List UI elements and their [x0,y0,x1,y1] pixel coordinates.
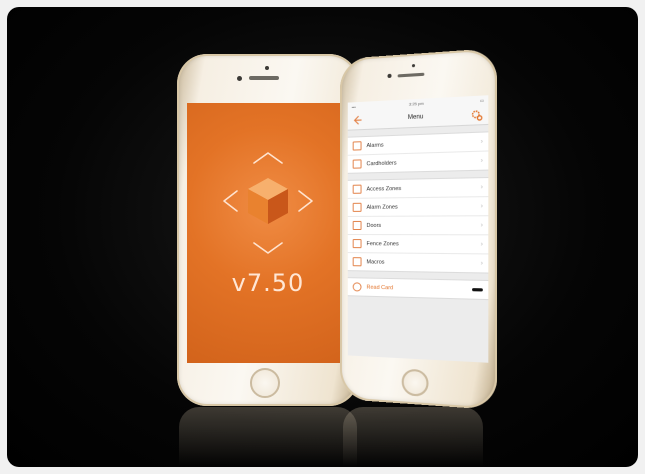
menu-item-label: Alarm Zones [366,203,398,211]
menu-item-label: Doors [366,222,382,229]
battery-icon: ▭ [479,97,484,104]
home-button[interactable] [401,368,429,397]
menu-item-label: Fence Zones [366,240,399,247]
signal-icon: ••• [351,104,356,110]
proximity-sensor [411,64,416,68]
alarm-zone-icon [352,202,362,212]
menu-item-label: Macros [366,258,385,266]
menu-item-doors[interactable]: Doors › [347,216,489,236]
splash-screen: v7.50 [187,103,349,363]
product-photo: v7.50 ••• 3:25 pm ▭ Menu Alarms › Cardho… [7,7,638,467]
front-camera [387,73,392,79]
menu-item-label: Cardholders [366,159,397,167]
menu-item-label: Read Card [366,284,394,291]
back-arrow-icon[interactable] [353,115,363,126]
chevron-right-icon: › [480,241,483,248]
chevron-right-icon: › [480,222,483,229]
menu-item-fence-zones[interactable]: Fence Zones › [347,235,489,255]
alarm-icon [352,141,362,151]
macro-icon [352,257,362,267]
chevron-right-icon: › [480,183,483,191]
access-zone-icon [352,184,362,194]
chevron-right-icon: › [480,203,483,210]
menu-group-read-card: Read Card [347,277,489,301]
chevron-right-icon: › [480,157,483,164]
menu-item-label: Access Zones [366,185,402,193]
chevron-right-icon: › [480,260,483,267]
phone-left: v7.50 [177,54,359,406]
menu-item-alarm-zones[interactable]: Alarm Zones › [347,197,489,217]
gear-icon[interactable] [471,109,483,121]
menu-item-label: Alarms [366,141,384,149]
chevron-right-icon: › [480,138,483,145]
cardholder-icon [352,159,362,169]
earpiece-speaker [397,72,425,78]
door-icon [352,220,362,231]
home-button[interactable] [250,368,280,398]
phone-right: ••• 3:25 pm ▭ Menu Alarms › Cardholders … [340,47,498,411]
menu-group-zones: Access Zones › Alarm Zones › Doors › Fen… [347,176,489,274]
front-camera [237,76,242,81]
phone-left-reflection [179,407,357,467]
proximity-sensor [265,66,269,70]
status-time: 3:25 pm [408,100,424,107]
earpiece-speaker [249,76,279,80]
nfc-icon [352,282,362,292]
menu-item-macros[interactable]: Macros › [348,253,489,272]
menu-item-access-zones[interactable]: Access Zones › [347,178,489,199]
cube-icon [223,152,313,254]
version-label: v7.50 [231,269,305,297]
read-card-toggle[interactable] [472,288,483,292]
menu-item-cardholders[interactable]: Cardholders › [348,152,489,173]
menu-screen: ••• 3:25 pm ▭ Menu Alarms › Cardholders … [347,95,489,363]
menu-group-primary: Alarms › Cardholders › [347,131,489,174]
nav-title: Menu [407,114,424,122]
fence-icon [352,239,362,249]
phone-right-reflection [343,407,483,467]
menu-item-read-card[interactable]: Read Card [348,278,489,299]
